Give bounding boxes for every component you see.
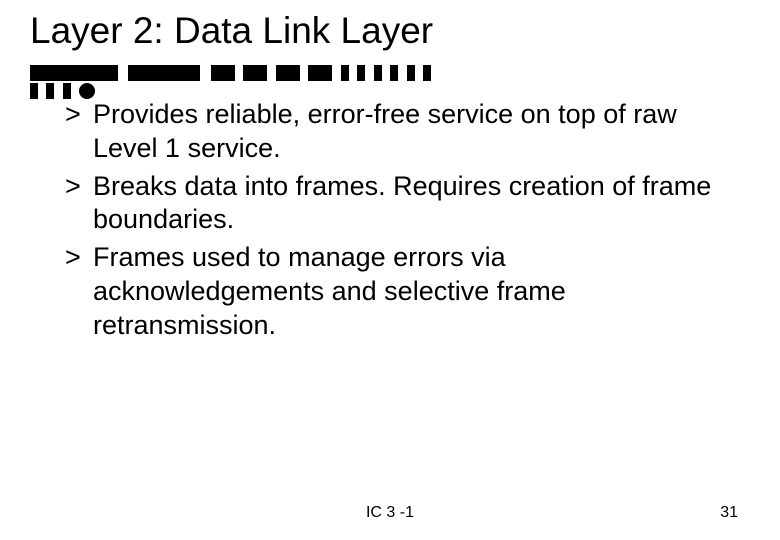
bullet-item: > Breaks data into frames. Requires crea… (65, 170, 725, 238)
slide: Layer 2: Data Link Layer > Provides reli… (0, 0, 780, 540)
page-number: 31 (720, 504, 738, 522)
bullet-item: > Provides reliable, error-free service … (65, 98, 725, 166)
slide-body: > Provides reliable, error-free service … (65, 98, 725, 346)
bullet-text: Breaks data into frames. Requires creati… (93, 171, 711, 235)
bullet-text: Provides reliable, error-free service on… (93, 99, 677, 163)
bullet-marker: > (65, 170, 81, 204)
bullet-item: > Frames used to manage errors via ackno… (65, 241, 725, 342)
bullet-text: Frames used to manage errors via acknowl… (93, 242, 566, 340)
bullet-marker: > (65, 98, 81, 132)
divider-graphic (30, 64, 450, 82)
slide-title: Layer 2: Data Link Layer (30, 10, 433, 52)
bullet-marker: > (65, 241, 81, 275)
footer-center: IC 3 -1 (0, 504, 780, 522)
